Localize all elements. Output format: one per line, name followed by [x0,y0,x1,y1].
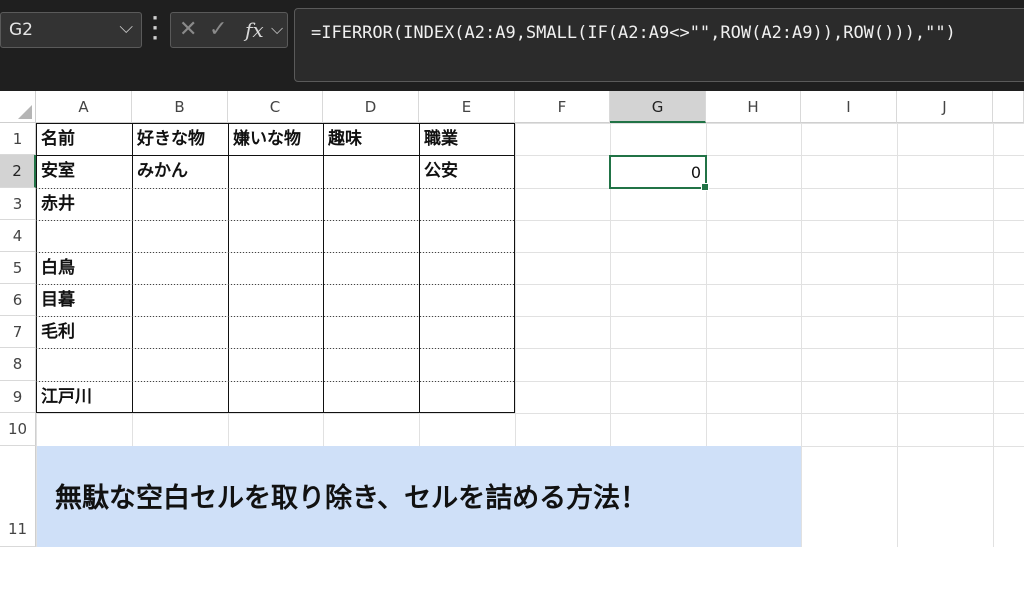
cell-b2[interactable]: みかん [132,155,228,188]
cell-c9[interactable] [228,381,323,413]
formula-text[interactable]: =IFERROR(INDEX(A2:A9,SMALL(IF(A2:A9<>"",… [311,23,956,43]
column-header-g[interactable]: G [610,91,706,123]
column-header-k[interactable] [993,91,1024,123]
cell-b3[interactable] [132,188,228,220]
row-header-2[interactable]: 2 [0,155,36,188]
column-header-c[interactable]: C [228,91,323,123]
cell-d8[interactable] [323,348,419,381]
cell-d2[interactable] [323,155,419,188]
column-header-b[interactable]: B [132,91,228,123]
chevron-down-icon[interactable]: ⌵ [271,19,283,39]
cell-a8[interactable] [36,348,132,381]
cell-e5[interactable] [419,252,515,284]
cell-b4[interactable] [132,220,228,252]
cell-a1[interactable]: 名前 [36,123,132,155]
row-header-8[interactable]: 8 [0,348,36,381]
cell-d7[interactable] [323,316,419,348]
cell-b5[interactable] [132,252,228,284]
close-icon[interactable]: ✕ [179,17,197,42]
column-header-d[interactable]: D [323,91,419,123]
cell-a7[interactable]: 毛利 [36,316,132,348]
cell-c8[interactable] [228,348,323,381]
select-all-button[interactable] [0,91,36,123]
cell-e1[interactable]: 職業 [419,123,515,155]
row-header-11[interactable]: 11 [0,446,36,547]
cell-a6[interactable]: 目暮 [36,284,132,316]
cell-c7[interactable] [228,316,323,348]
name-box-value: G2 [9,20,33,40]
formula-toolbar: G2 ⌵ · · · ✕ ✓ fx ⌵ =IFERROR(INDEX(A2:A9,S… [0,0,1024,91]
formula-actions: ✕ ✓ fx ⌵ [170,12,288,48]
cell-e7[interactable] [419,316,515,348]
column-header-f[interactable]: F [515,91,610,123]
cell-a3[interactable]: 赤井 [36,188,132,220]
column-header-e[interactable]: E [419,91,515,123]
row-header-10[interactable]: 10 [0,413,36,446]
row-header-5[interactable]: 5 [0,252,36,284]
cell-d1[interactable]: 趣味 [323,123,419,155]
active-cell-value: 0 [690,163,701,182]
cell-d5[interactable] [323,252,419,284]
cell-c2[interactable] [228,155,323,188]
insert-function-button[interactable]: fx [245,18,264,42]
cell-e6[interactable] [419,284,515,316]
cell-c3[interactable] [228,188,323,220]
cell-a4[interactable] [36,220,132,252]
cell-b9[interactable] [132,381,228,413]
row-header-7[interactable]: 7 [0,316,36,348]
cell-e4[interactable] [419,220,515,252]
chevron-down-icon[interactable]: ⌵ [119,17,133,38]
cell-b1[interactable]: 好きな物 [132,123,228,155]
fill-handle[interactable] [701,183,709,191]
column-header-a[interactable]: A [36,91,132,123]
row-header-3[interactable]: 3 [0,188,36,220]
title-banner: 無駄な空白セルを取り除き、セルを詰める方法！ [37,446,801,547]
cell-b8[interactable] [132,348,228,381]
row-header-4[interactable]: 4 [0,220,36,252]
cell-e3[interactable] [419,188,515,220]
cell-b6[interactable] [132,284,228,316]
cell-c5[interactable] [228,252,323,284]
active-cell-g2[interactable]: 0 [609,155,709,191]
cell-c6[interactable] [228,284,323,316]
cell-e2[interactable]: 公安 [419,155,515,188]
row-header-9[interactable]: 9 [0,381,36,413]
column-header-i[interactable]: I [801,91,897,123]
check-icon[interactable]: ✓ [209,17,227,42]
name-box[interactable]: G2 ⌵ [0,12,142,48]
cell-d6[interactable] [323,284,419,316]
column-header-h[interactable]: H [706,91,801,123]
cell-a2[interactable]: 安室 [36,155,132,188]
cell-a9[interactable]: 江戸川 [36,381,132,413]
cell-e9[interactable] [419,381,515,413]
banner-text: 無駄な空白セルを取り除き、セルを詰める方法！ [55,483,648,514]
row-header-1[interactable]: 1 [0,123,36,155]
column-header-j[interactable]: J [897,91,993,123]
cell-b7[interactable] [132,316,228,348]
cell-d9[interactable] [323,381,419,413]
cell-c4[interactable] [228,220,323,252]
cell-c1[interactable]: 嫌いな物 [228,123,323,155]
cell-d4[interactable] [323,220,419,252]
cell-d3[interactable] [323,188,419,220]
row-header-6[interactable]: 6 [0,284,36,316]
cell-e8[interactable] [419,348,515,381]
more-options-icon[interactable]: · · · [151,10,159,48]
cell-a5[interactable]: 白鳥 [36,252,132,284]
formula-input[interactable]: =IFERROR(INDEX(A2:A9,SMALL(IF(A2:A9<>"",… [294,8,1024,82]
